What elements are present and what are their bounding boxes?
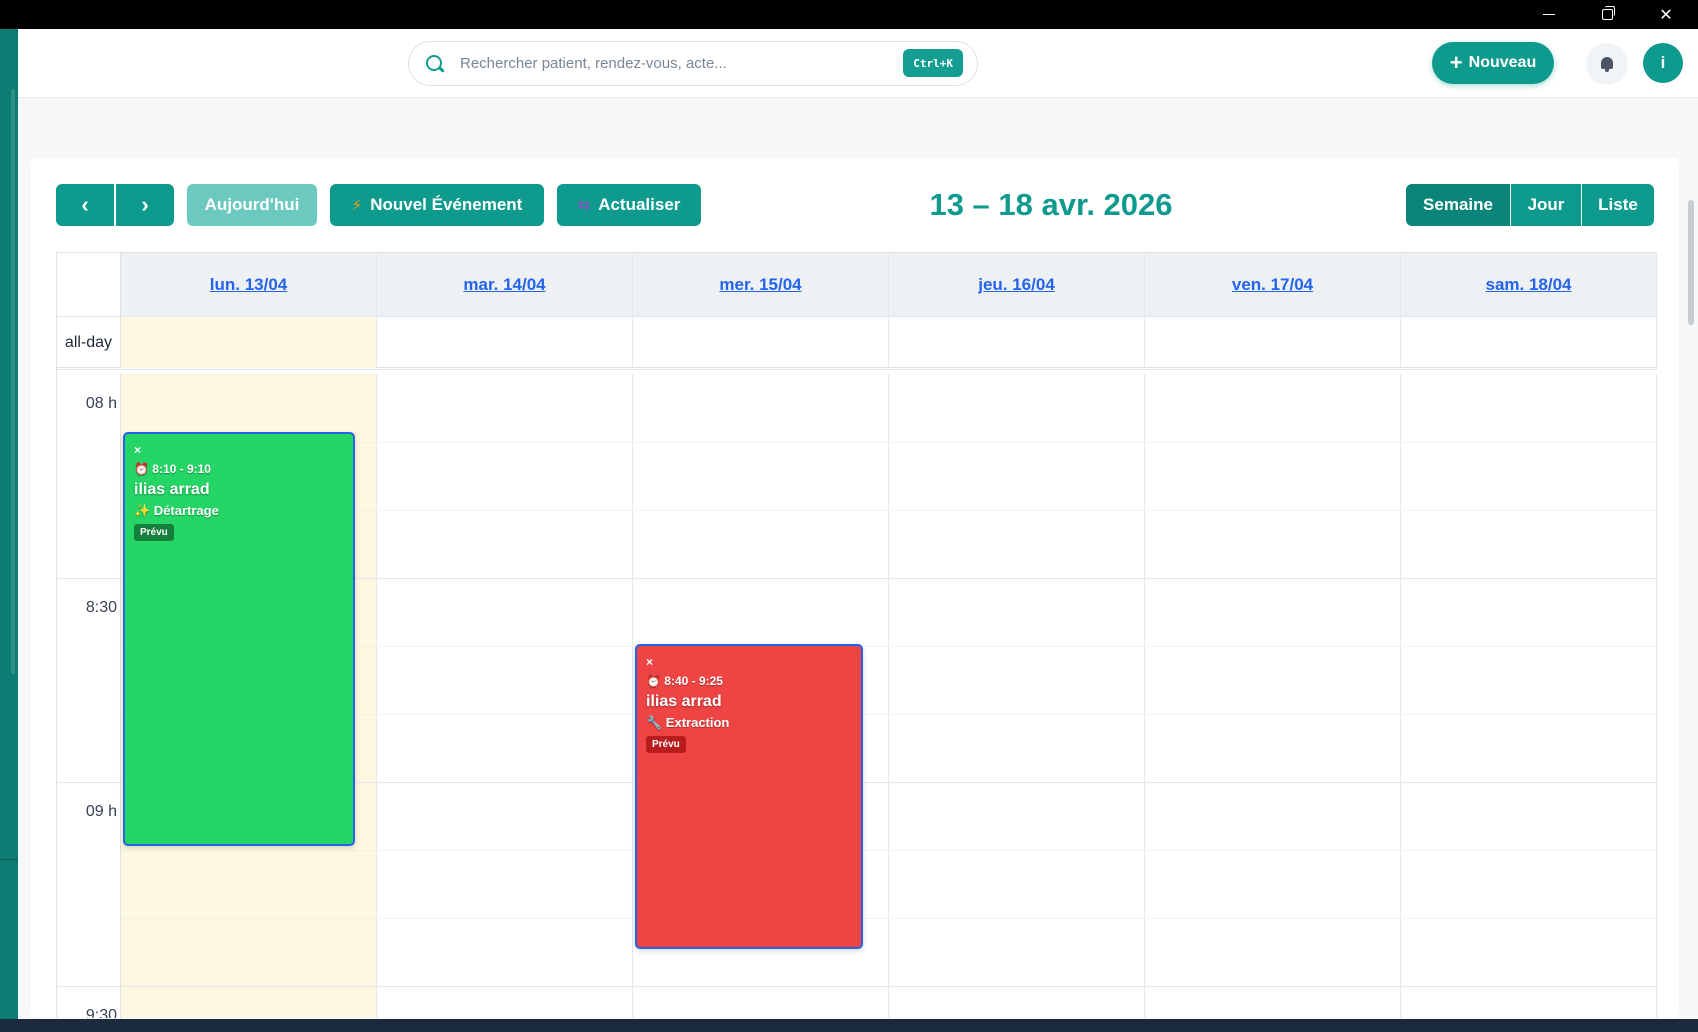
time-label: 09 h [85,803,117,820]
day-header-thu[interactable]: jeu. 16/04 [889,253,1145,316]
today-button[interactable]: Aujourd'hui [187,184,317,226]
bell-icon [1600,56,1614,72]
event-time: ⏰ 8:40 - 9:25 [646,674,723,688]
day-header-label[interactable]: lun. 13/04 [210,275,287,295]
slot-line [121,918,1657,919]
day-header-wed[interactable]: mer. 15/04 [633,253,889,316]
day-header-label[interactable]: mer. 15/04 [719,275,801,295]
event-patient: ilias arrad [134,481,210,498]
day-column-fri[interactable] [1145,374,1401,1018]
day-header-fri[interactable]: ven. 17/04 [1145,253,1401,316]
time-grid: 08 h 8:30 09 h 9:30 × ⏰ 8:10 - 9:10 ilia… [57,374,1657,1018]
week-grid: lun. 13/04 mar. 14/04 mer. 15/04 jeu. 16… [56,252,1657,1018]
appointment-event[interactable]: × ⏰ 8:10 - 9:10 ilias arrad ✨ Détartrage… [123,432,355,846]
view-list-button[interactable]: Liste [1582,184,1654,226]
sidebar-collapsed [0,29,18,1019]
slot-line [121,850,1657,851]
event-patient: ilias arrad [646,693,722,710]
day-header-label[interactable]: ven. 17/04 [1232,275,1313,295]
plus-icon: + [1449,50,1463,75]
new-event-button[interactable]: ⚡ Nouvel Événement [330,184,544,226]
day-column-sat[interactable] [1401,374,1657,1018]
prev-week-button[interactable]: ‹ [56,184,114,226]
time-label: 08 h [85,395,117,412]
all-day-label: all-day [57,317,121,368]
sidebar-scrollbar[interactable] [11,89,15,674]
all-day-cell-fri[interactable] [1145,317,1401,368]
calendar-card: ‹ › Aujourd'hui ⚡ Nouvel Événement ⇆ Act… [31,158,1679,1018]
day-header-label[interactable]: sam. 18/04 [1485,275,1571,295]
all-day-cell-sat[interactable] [1401,317,1657,368]
all-day-row: all-day [57,316,1657,370]
day-column-thu[interactable] [889,374,1145,1018]
search-input[interactable] [460,55,880,72]
event-status-badge: Prévu [646,736,686,753]
date-range-title: 13 – 18 avr. 2026 [929,187,1173,222]
chevron-right-icon: › [141,192,149,217]
refresh-label: Actualiser [598,195,681,214]
all-day-cell-tue[interactable] [377,317,633,368]
next-week-button[interactable]: › [116,184,174,226]
close-window-button[interactable]: ✕ [1643,0,1689,29]
view-switcher: Semaine Jour Liste [1406,184,1654,226]
maximize-button[interactable] [1584,0,1630,29]
event-act: ✨ Détartrage [134,503,219,518]
day-column-tue[interactable] [377,374,633,1018]
user-avatar[interactable]: i [1643,43,1683,83]
all-day-cell-thu[interactable] [889,317,1145,368]
app-header: Ctrl+K + Nouveau i [18,29,1698,98]
os-taskbar [0,1019,1698,1032]
event-status-badge: Prévu [134,524,174,541]
close-icon: ✕ [1659,6,1673,24]
all-day-cell-wed[interactable] [633,317,889,368]
day-header-row: lun. 13/04 mar. 14/04 mer. 15/04 jeu. 16… [57,253,1657,316]
appointment-event[interactable]: × ⏰ 8:40 - 9:25 ilias arrad 🔧 Extraction… [635,644,863,949]
lightning-icon: ⚡ [351,197,363,214]
new-button[interactable]: + Nouveau [1432,42,1554,84]
day-header-label[interactable]: mar. 14/04 [463,275,545,295]
all-day-cell-mon[interactable] [121,317,377,368]
day-header-sat[interactable]: sam. 18/04 [1401,253,1657,316]
chevron-left-icon: ‹ [81,192,89,217]
remove-event-icon[interactable]: × [134,444,344,456]
today-button-label: Aujourd'hui [204,195,300,214]
view-day-button[interactable]: Jour [1511,184,1581,226]
minimize-icon [1543,14,1555,15]
time-label: 9:30 [85,1007,117,1018]
minimize-button[interactable] [1526,0,1572,29]
time-gutter [57,374,121,1018]
sidebar-divider [0,859,18,860]
restore-icon [1601,6,1615,20]
search-shortcut-badge: Ctrl+K [903,49,963,77]
day-header-label[interactable]: jeu. 16/04 [978,275,1055,295]
remove-event-icon[interactable]: × [646,656,852,668]
new-event-label: Nouvel Événement [370,195,523,214]
page-scrollbar[interactable] [1688,200,1694,325]
refresh-button[interactable]: ⇆ Actualiser [557,184,701,226]
slot-line [57,986,1657,987]
search-icon [425,54,445,74]
refresh-arrows-icon: ⇆ [577,197,591,214]
day-header-mon[interactable]: lun. 13/04 [121,253,377,316]
time-label: 8:30 [85,599,117,616]
window-titlebar: ✕ [0,0,1698,29]
event-act: 🔧 Extraction [646,715,730,730]
view-week-button[interactable]: Semaine [1406,184,1510,226]
header-gutter [57,253,121,316]
day-header-tue[interactable]: mar. 14/04 [377,253,633,316]
new-button-label: Nouveau [1468,54,1537,71]
search-bar[interactable]: Ctrl+K [408,41,978,86]
event-time: ⏰ 8:10 - 9:10 [134,462,211,476]
notifications-button[interactable] [1586,43,1628,85]
